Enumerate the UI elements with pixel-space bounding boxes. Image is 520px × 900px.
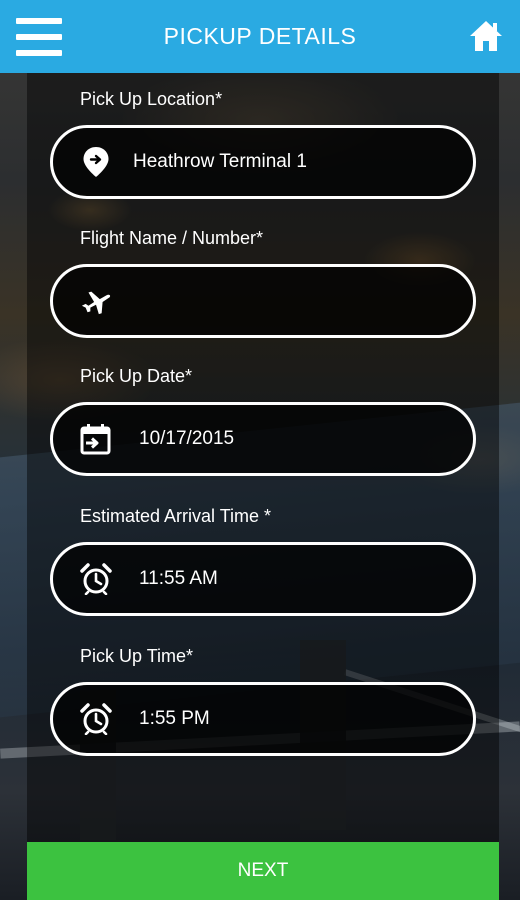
pickup-time-value: 1:55 PM [139, 708, 210, 729]
pickup-time-field[interactable]: 1:55 PM [50, 682, 476, 756]
home-icon[interactable] [468, 18, 504, 54]
alarm-clock-icon [80, 563, 112, 595]
location-pin-icon [80, 146, 112, 178]
pickup-time-label: Pick Up Time* [80, 646, 194, 666]
pickup-date-field[interactable]: 10/17/2015 [50, 402, 476, 476]
app-header: PICKUP DETAILS [0, 0, 520, 73]
airplane-icon [80, 285, 112, 317]
pickup-date-value: 10/17/2015 [139, 428, 235, 449]
pickup-location-field[interactable]: Heathrow Terminal 1 [50, 125, 476, 199]
alarm-clock-icon [80, 703, 112, 735]
arrival-time-label: Estimated Arrival Time * [80, 506, 272, 526]
page-title: PICKUP DETAILS [163, 23, 357, 49]
calendar-icon [80, 423, 112, 455]
pickup-date-label: Pick Up Date* [80, 366, 193, 386]
next-button[interactable]: NEXT [27, 842, 499, 900]
flight-field[interactable] [50, 264, 476, 338]
pickup-location-value: Heathrow Terminal 1 [133, 151, 307, 172]
hamburger-menu-icon[interactable] [16, 18, 62, 56]
arrival-time-field[interactable]: 11:55 AM [50, 542, 476, 616]
pickup-location-label: Pick Up Location* [80, 89, 223, 109]
arrival-time-value: 11:55 AM [139, 568, 218, 589]
flight-label: Flight Name / Number* [80, 228, 264, 248]
